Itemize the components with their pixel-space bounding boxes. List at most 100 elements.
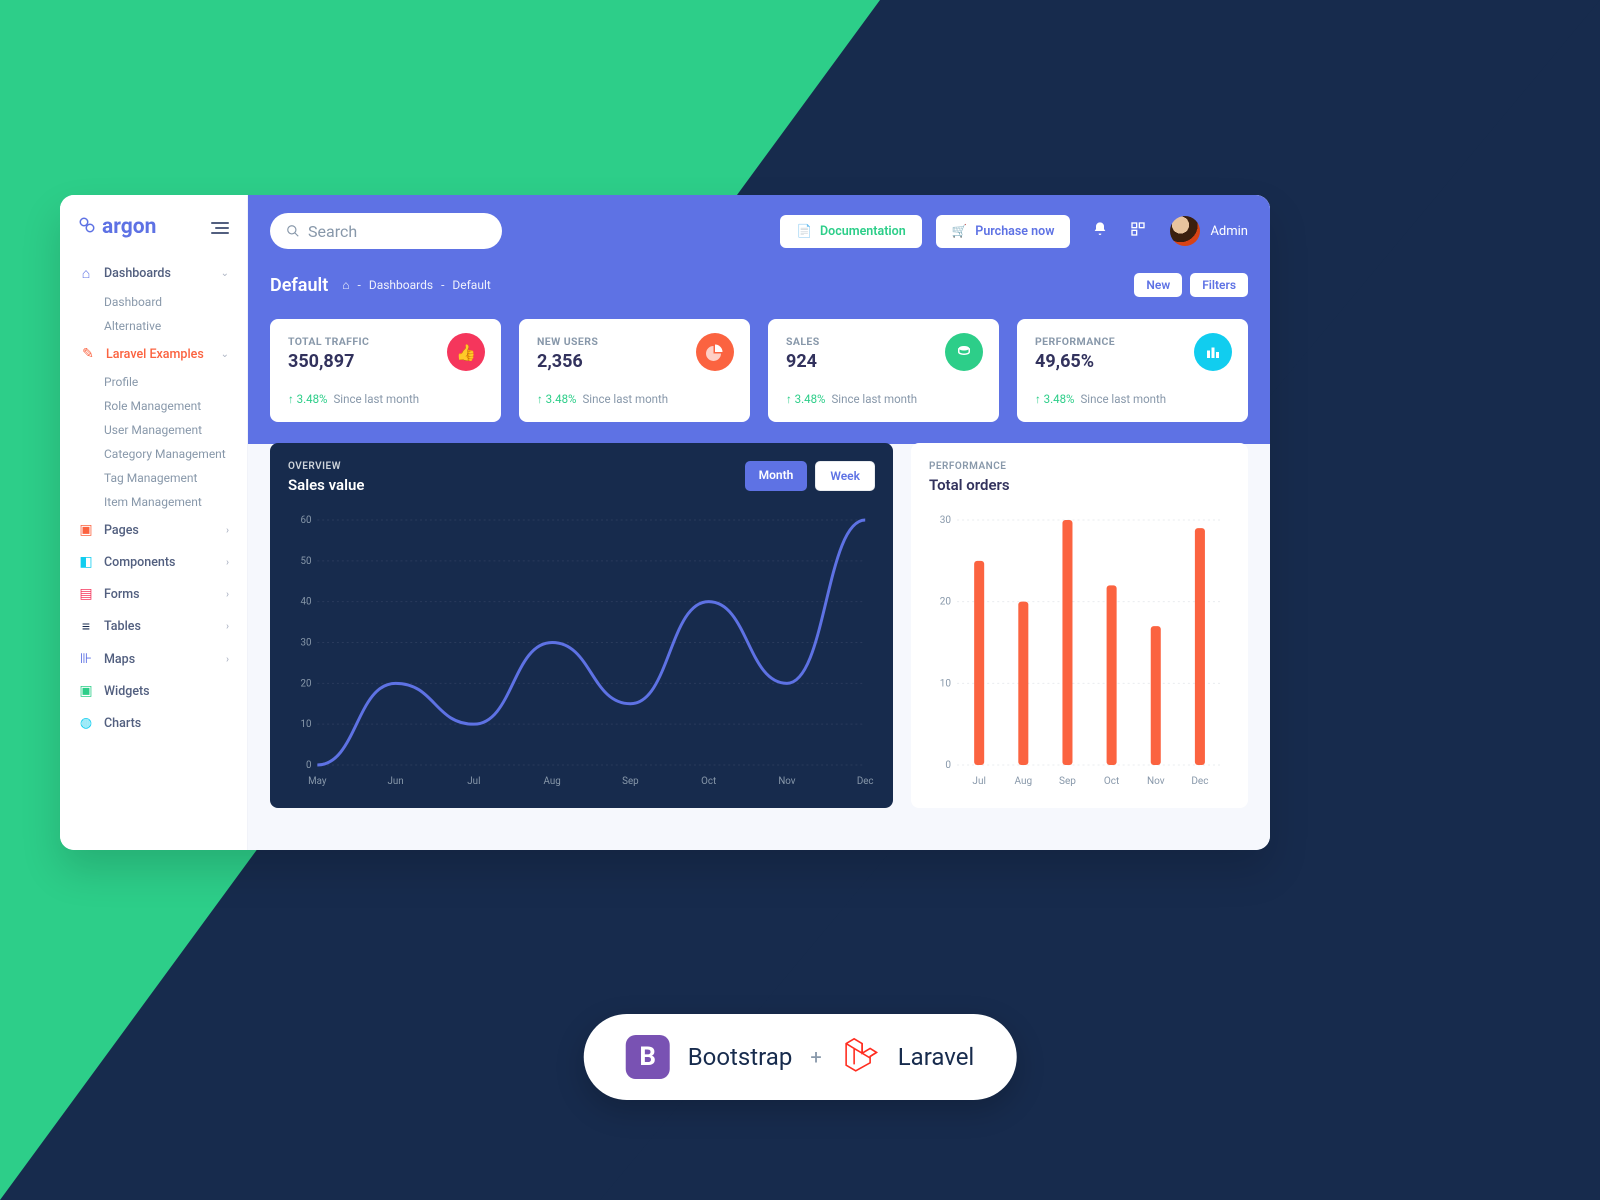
button-label: Purchase now — [975, 224, 1054, 239]
panel-title: Total orders — [929, 476, 1010, 494]
sidebar-sub-alternative[interactable]: Alternative — [60, 314, 247, 338]
svg-text:Nov: Nov — [1147, 776, 1165, 787]
svg-text:Jul: Jul — [467, 776, 480, 787]
book-icon: 📄 — [796, 224, 812, 239]
breadcrumb-current: Default — [452, 278, 490, 292]
svg-text:Sep: Sep — [1059, 776, 1076, 787]
panel-overline: OVERVIEW — [288, 461, 364, 472]
user-menu[interactable]: Admin — [1170, 216, 1248, 246]
bars-icon — [1194, 333, 1232, 371]
card-performance: PERFORMANCE 49,65% ↑ 3.48%Since last mon… — [1017, 319, 1248, 422]
sidebar-item-forms[interactable]: ▤Forms› — [60, 578, 247, 610]
orders-chart-panel: PERFORMANCE Total orders 0102030JulAugSe… — [911, 443, 1248, 808]
sidebar-item-label: Charts — [104, 716, 141, 731]
user-name: Admin — [1210, 224, 1248, 239]
arrow-up-icon: ↑ 3.48% — [288, 392, 327, 406]
folder-icon: ▣ — [78, 522, 94, 538]
breadcrumb-link[interactable]: Dashboards — [369, 278, 433, 292]
tech-stack-pill: B Bootstrap + Laravel — [584, 1014, 1017, 1100]
svg-text:50: 50 — [300, 556, 311, 567]
sidebar-item-dashboards[interactable]: ⌂ Dashboards ⌄ — [60, 257, 247, 290]
app-window: argon ⌂ Dashboards ⌄ Dashboard Alternati… — [60, 195, 1270, 850]
card-sales: SALES 924 ↑ 3.48%Since last month — [768, 319, 999, 422]
sidebar-item-pages[interactable]: ▣Pages› — [60, 514, 247, 546]
svg-text:Dec: Dec — [1191, 776, 1208, 787]
svg-text:Jul: Jul — [972, 776, 985, 787]
orders-bar-chart: 0102030JulAugSepOctNovDec — [929, 510, 1230, 790]
widgets-icon: ▣ — [78, 683, 94, 699]
purchase-button[interactable]: 🛒 Purchase now — [936, 215, 1071, 248]
card-delta: ↑ 3.48%Since last month — [1035, 392, 1230, 406]
brand-text: argon — [102, 215, 156, 239]
sidebar-sub-category[interactable]: Category Management — [60, 442, 247, 466]
svg-text:40: 40 — [300, 597, 311, 608]
sidebar-sub-dashboard[interactable]: Dashboard — [60, 290, 247, 314]
stat-cards: TOTAL TRAFFIC 350,897 ↑ 3.48%Since last … — [248, 319, 1270, 444]
documentation-button[interactable]: 📄 Documentation — [780, 215, 921, 248]
chevron-down-icon: ⌄ — [221, 268, 229, 279]
svg-text:Oct: Oct — [701, 776, 716, 787]
svg-text:30: 30 — [940, 515, 952, 526]
chevron-right-icon: › — [226, 557, 229, 568]
menu-toggle-icon[interactable] — [211, 220, 229, 234]
card-delta: ↑ 3.48%Since last month — [786, 392, 981, 406]
components-icon: ◧ — [78, 554, 94, 570]
card-delta: ↑ 3.48%Since last month — [537, 392, 732, 406]
sidebar-sub-user[interactable]: User Management — [60, 418, 247, 442]
sidebar-item-charts[interactable]: ◍ Charts — [60, 707, 247, 739]
chevron-right-icon: › — [226, 654, 229, 665]
page-title: Default — [270, 275, 328, 296]
laravel-label: Laravel — [898, 1043, 975, 1071]
tv-icon: ⌂ — [78, 265, 94, 282]
filters-button[interactable]: Filters — [1190, 273, 1248, 297]
hand-icon: 👍 — [447, 333, 485, 371]
sidebar-sub-item[interactable]: Item Management — [60, 490, 247, 514]
svg-text:Aug: Aug — [1014, 776, 1032, 787]
avatar — [1170, 216, 1200, 246]
home-icon[interactable]: ⌂ — [342, 278, 349, 292]
tab-week[interactable]: Week — [815, 461, 875, 491]
sidebar-sub-profile[interactable]: Profile — [60, 370, 247, 394]
search-icon — [286, 224, 300, 238]
svg-text:10: 10 — [300, 719, 311, 730]
sidebar-item-label: Dashboards — [104, 266, 171, 281]
sidebar-item-maps[interactable]: ⊪Maps› — [60, 643, 247, 675]
sidebar-item-label: Components — [104, 555, 175, 570]
search-placeholder: Search — [308, 222, 357, 241]
topbar: Search 📄 Documentation 🛒 Purchase now Ad… — [248, 195, 1270, 267]
laravel-icon: ✎ — [80, 346, 96, 362]
charts-icon: ◍ — [78, 715, 94, 731]
sidebar-item-components[interactable]: ◧ Components › — [60, 546, 247, 578]
sidebar-item-widgets[interactable]: ▣Widgets — [60, 675, 247, 707]
main-content: Search 📄 Documentation 🛒 Purchase now Ad… — [248, 195, 1270, 850]
tables-icon: ≡ — [78, 618, 94, 635]
bell-icon[interactable] — [1092, 221, 1108, 241]
plus-icon: + — [810, 1045, 821, 1069]
chevron-right-icon: › — [226, 589, 229, 600]
panel-title: Sales value — [288, 476, 364, 494]
arrow-up-icon: ↑ 3.48% — [786, 392, 825, 406]
svg-text:0: 0 — [306, 760, 312, 771]
breadcrumb: ⌂ - Dashboards - Default — [342, 278, 491, 292]
grid-icon[interactable] — [1130, 221, 1146, 241]
svg-text:Jun: Jun — [388, 776, 404, 787]
svg-text:Dec: Dec — [857, 776, 874, 787]
new-button[interactable]: New — [1134, 273, 1182, 297]
sidebar-item-label: Pages — [104, 523, 139, 538]
sidebar: argon ⌂ Dashboards ⌄ Dashboard Alternati… — [60, 195, 248, 850]
svg-text:20: 20 — [940, 597, 952, 608]
tab-month[interactable]: Month — [745, 461, 808, 491]
button-label: Documentation — [820, 224, 906, 239]
sidebar-item-tables[interactable]: ≡Tables› — [60, 610, 247, 643]
sidebar-item-label: Laravel Examples — [106, 347, 204, 362]
sidebar-sub-role[interactable]: Role Management — [60, 394, 247, 418]
sidebar-item-laravel-examples[interactable]: ✎ Laravel Examples ⌄ — [60, 338, 247, 370]
svg-text:30: 30 — [300, 637, 311, 648]
search-input[interactable]: Search — [270, 213, 502, 249]
sidebar-sub-tag[interactable]: Tag Management — [60, 466, 247, 490]
chevron-right-icon: › — [226, 621, 229, 632]
brand-logo[interactable]: argon — [78, 215, 156, 239]
sidebar-item-label: Forms — [104, 587, 140, 602]
pie-icon — [696, 333, 734, 371]
card-delta: ↑ 3.48%Since last month — [288, 392, 483, 406]
